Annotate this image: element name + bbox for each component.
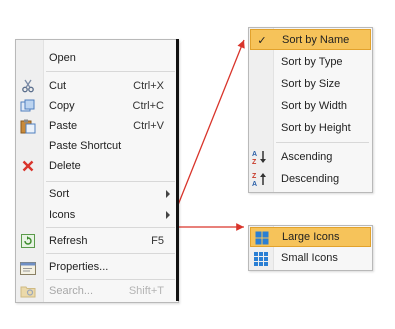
sort-submenu-arrow <box>177 39 245 206</box>
paste-icon <box>20 118 36 134</box>
menu-item-delete[interactable]: Delete <box>16 156 178 176</box>
menu-item-label: Sort by Height <box>281 122 351 134</box>
menu-item-label: Sort by Width <box>281 100 348 112</box>
menu-item-shortcut: Ctrl+C <box>132 100 164 112</box>
menu-item-label: Small Icons <box>281 252 338 264</box>
menu-separator <box>46 71 175 72</box>
check-icon: ✓ <box>257 34 267 47</box>
menu-item-label: Search... <box>49 285 94 297</box>
sort-descending-icon: ZA <box>252 171 268 187</box>
menu-item-cut[interactable]: Cut Ctrl+X <box>16 76 178 96</box>
menu-item-shortcut: Ctrl+V <box>133 120 164 132</box>
sort-by-name-item[interactable]: ✓ Sort by Name <box>250 29 371 50</box>
menu-item-label: Properties... <box>49 261 109 273</box>
menu-item-properties[interactable]: Properties... <box>16 257 178 277</box>
menu-separator <box>46 181 175 182</box>
ascending-item[interactable]: AZ Ascending <box>249 147 372 167</box>
menu-separator <box>46 279 175 280</box>
menu-item-label: Sort by Name <box>282 33 350 46</box>
descending-item[interactable]: ZA Descending <box>249 169 372 189</box>
sort-submenu: ✓ Sort by Name Sort by Type Sort by Size… <box>248 27 373 193</box>
context-menu: Open Cut Ctrl+X Copy Ctrl+C Paste Ctrl+V… <box>15 39 179 303</box>
menu-item-paste-shortcut[interactable]: Paste Shortcut <box>16 136 178 156</box>
large-icons-icon <box>254 230 270 246</box>
menu-separator <box>46 253 175 254</box>
sort-by-size-item[interactable]: Sort by Size <box>249 74 372 94</box>
menu-item-search: Search... Shift+T <box>16 281 178 301</box>
refresh-icon <box>20 233 36 249</box>
svg-text:Z: Z <box>252 173 257 180</box>
menu-item-label: Paste <box>49 120 78 132</box>
menu-item-label: Large Icons <box>282 231 340 243</box>
icons-submenu: Large Icons Small Icons <box>248 225 373 271</box>
delete-x-icon <box>20 158 36 174</box>
menu-separator <box>46 227 175 228</box>
menu-item-sort[interactable]: Sort <box>16 184 178 204</box>
menu-item-label: Open <box>49 52 76 64</box>
search-folder-icon <box>20 283 36 299</box>
sort-by-type-item[interactable]: Sort by Type <box>249 52 372 72</box>
menu-item-label: Descending <box>281 173 340 185</box>
menu-item-paste[interactable]: Paste Ctrl+V <box>16 116 178 136</box>
sort-ascending-icon: AZ <box>252 149 268 165</box>
copy-icon <box>20 98 36 114</box>
menu-item-label: Refresh <box>49 235 88 247</box>
sort-by-height-item[interactable]: Sort by Height <box>249 118 372 138</box>
small-icons-icon <box>253 251 269 267</box>
small-icons-item[interactable]: Small Icons <box>249 248 372 268</box>
submenu-arrow-icon <box>166 190 170 198</box>
menu-item-open[interactable]: Open <box>16 48 178 68</box>
submenu-arrow-icon <box>166 211 170 219</box>
menu-separator <box>276 142 369 143</box>
menu-item-label: Icons <box>49 209 76 221</box>
properties-icon <box>20 259 36 275</box>
menu-item-icons[interactable]: Icons <box>16 205 178 225</box>
large-icons-item[interactable]: Large Icons <box>250 227 371 247</box>
menu-item-label: Cut <box>49 80 67 92</box>
menu-item-label: Sort by Size <box>281 78 341 90</box>
menu-item-shortcut: F5 <box>151 235 164 247</box>
menu-item-shortcut: Shift+T <box>128 285 164 297</box>
menu-item-copy[interactable]: Copy Ctrl+C <box>16 96 178 116</box>
menu-item-label: Sort by Type <box>281 56 343 68</box>
window-edge <box>176 39 179 301</box>
menu-item-label: Ascending <box>281 151 333 163</box>
menu-item-refresh[interactable]: Refresh F5 <box>16 231 178 251</box>
menu-item-shortcut: Ctrl+X <box>133 80 164 92</box>
svg-text:Z: Z <box>252 159 257 165</box>
svg-text:A: A <box>252 151 257 158</box>
menu-item-label: Copy <box>49 100 75 112</box>
menu-item-label: Sort <box>49 188 70 200</box>
scissors-icon <box>20 78 36 94</box>
svg-text:A: A <box>252 181 257 187</box>
menu-item-label: Paste Shortcut <box>49 140 122 152</box>
sort-by-width-item[interactable]: Sort by Width <box>249 96 372 116</box>
menu-item-label: Delete <box>49 160 81 172</box>
